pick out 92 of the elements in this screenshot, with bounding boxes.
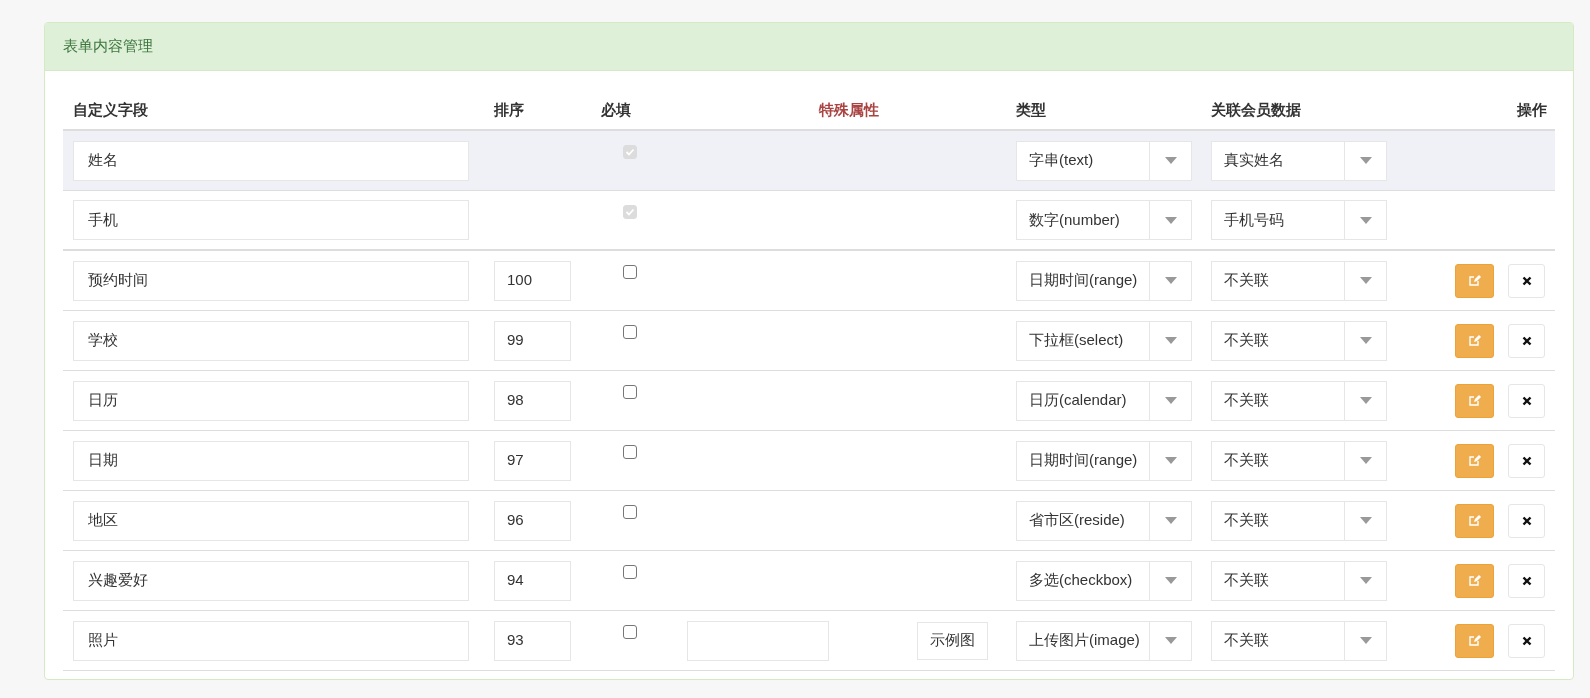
close-icon: [1521, 575, 1532, 586]
column-header: 操作: [1517, 99, 1548, 120]
caret-icon: [1359, 277, 1372, 284]
required-checkbox[interactable]: [623, 385, 637, 399]
delete-button[interactable]: [1508, 383, 1545, 418]
close-icon: [1521, 395, 1532, 406]
caret-icon: [1164, 216, 1177, 224]
close-icon: [1521, 455, 1532, 466]
sort-input[interactable]: 94: [494, 560, 571, 601]
field-name-input[interactable]: 照片: [73, 620, 469, 661]
edit-icon: [1468, 394, 1481, 407]
caret-icon: [1359, 216, 1372, 224]
delete-button[interactable]: [1508, 563, 1545, 598]
member-select[interactable]: 不关联: [1211, 380, 1387, 421]
required-checkbox[interactable]: [623, 565, 637, 579]
type-select[interactable]: 数字(number): [1016, 200, 1192, 240]
caret-icon: [1359, 457, 1372, 464]
delete-button[interactable]: [1508, 443, 1545, 478]
member-select[interactable]: 不关联: [1211, 260, 1387, 301]
check-icon: [625, 207, 635, 217]
type-select[interactable]: 多选(checkbox): [1016, 560, 1192, 601]
edit-icon: [1468, 274, 1481, 287]
sample-image-button[interactable]: 示例图: [917, 621, 988, 660]
edit-icon: [1468, 514, 1481, 527]
check-icon: [625, 147, 635, 157]
column-header: 特殊属性: [817, 99, 879, 120]
sort-input[interactable]: 99: [494, 320, 571, 361]
field-name-input[interactable]: 日期: [73, 440, 469, 481]
field-name-input[interactable]: 预约时间: [73, 260, 469, 301]
caret-icon: [1164, 337, 1177, 344]
column-header: 关联会员数据: [1210, 99, 1302, 120]
field-name-input[interactable]: 日历: [73, 380, 469, 421]
edit-icon: [1468, 454, 1481, 467]
caret-icon: [1164, 277, 1177, 284]
member-select[interactable]: 不关联: [1211, 440, 1387, 481]
column-header: 排序: [493, 99, 525, 120]
required-checkbox[interactable]: [623, 625, 637, 639]
caret-icon: [1164, 517, 1177, 524]
member-select[interactable]: 不关联: [1211, 500, 1387, 541]
close-icon: [1521, 275, 1532, 286]
field-name-input[interactable]: 地区: [73, 500, 469, 541]
field-name-input[interactable]: 兴趣爱好: [73, 560, 469, 601]
delete-button[interactable]: [1508, 623, 1545, 658]
caret-icon: [1164, 157, 1177, 164]
required-checkbox[interactable]: [623, 445, 637, 459]
close-icon: [1521, 335, 1532, 346]
sort-input[interactable]: 100: [494, 260, 571, 301]
edit-icon: [1468, 574, 1481, 587]
delete-button[interactable]: [1508, 263, 1545, 298]
caret-icon: [1164, 577, 1177, 584]
member-select[interactable]: 不关联: [1211, 320, 1387, 361]
caret-icon: [1164, 457, 1177, 464]
field-name-input[interactable]: 手机: [73, 200, 469, 240]
column-header: 必填: [600, 99, 632, 120]
edit-icon: [1468, 634, 1481, 647]
special-input[interactable]: [687, 620, 829, 661]
caret-icon: [1164, 637, 1177, 644]
type-select[interactable]: 省市区(reside): [1016, 500, 1192, 541]
caret-icon: [1359, 517, 1372, 524]
caret-icon: [1359, 337, 1372, 344]
caret-icon: [1359, 637, 1372, 644]
sort-input[interactable]: 96: [494, 500, 571, 541]
caret-icon: [1359, 577, 1372, 584]
type-select[interactable]: 下拉框(select): [1016, 320, 1192, 361]
member-select[interactable]: 真实姓名: [1211, 140, 1387, 181]
field-name-input[interactable]: 学校: [73, 320, 469, 361]
type-select[interactable]: 日期时间(range): [1016, 440, 1192, 481]
required-checkbox[interactable]: [623, 265, 637, 279]
panel-title: 表单内容管理: [63, 36, 153, 57]
delete-button[interactable]: [1508, 323, 1545, 358]
delete-button[interactable]: [1508, 503, 1545, 538]
type-select[interactable]: 上传图片(image): [1016, 620, 1192, 661]
edit-icon: [1468, 334, 1481, 347]
required-checkbox[interactable]: [623, 325, 637, 339]
required-checkbox[interactable]: [623, 505, 637, 519]
type-select[interactable]: 日历(calendar): [1016, 380, 1192, 421]
column-header: 自定义字段: [72, 99, 149, 120]
close-icon: [1521, 515, 1532, 526]
member-select[interactable]: 不关联: [1211, 620, 1387, 661]
column-header: 类型: [1015, 99, 1047, 120]
caret-icon: [1359, 397, 1372, 404]
field-name-input[interactable]: 姓名: [73, 140, 469, 181]
member-select[interactable]: 手机号码: [1211, 200, 1387, 240]
sort-input[interactable]: 98: [494, 380, 571, 421]
sort-input[interactable]: 93: [494, 620, 571, 661]
member-select[interactable]: 不关联: [1211, 560, 1387, 601]
close-icon: [1521, 635, 1532, 646]
caret-icon: [1359, 157, 1372, 164]
type-select[interactable]: 字串(text): [1016, 140, 1192, 181]
type-select[interactable]: 日期时间(range): [1016, 260, 1192, 301]
sort-input[interactable]: 97: [494, 440, 571, 481]
caret-icon: [1164, 397, 1177, 404]
